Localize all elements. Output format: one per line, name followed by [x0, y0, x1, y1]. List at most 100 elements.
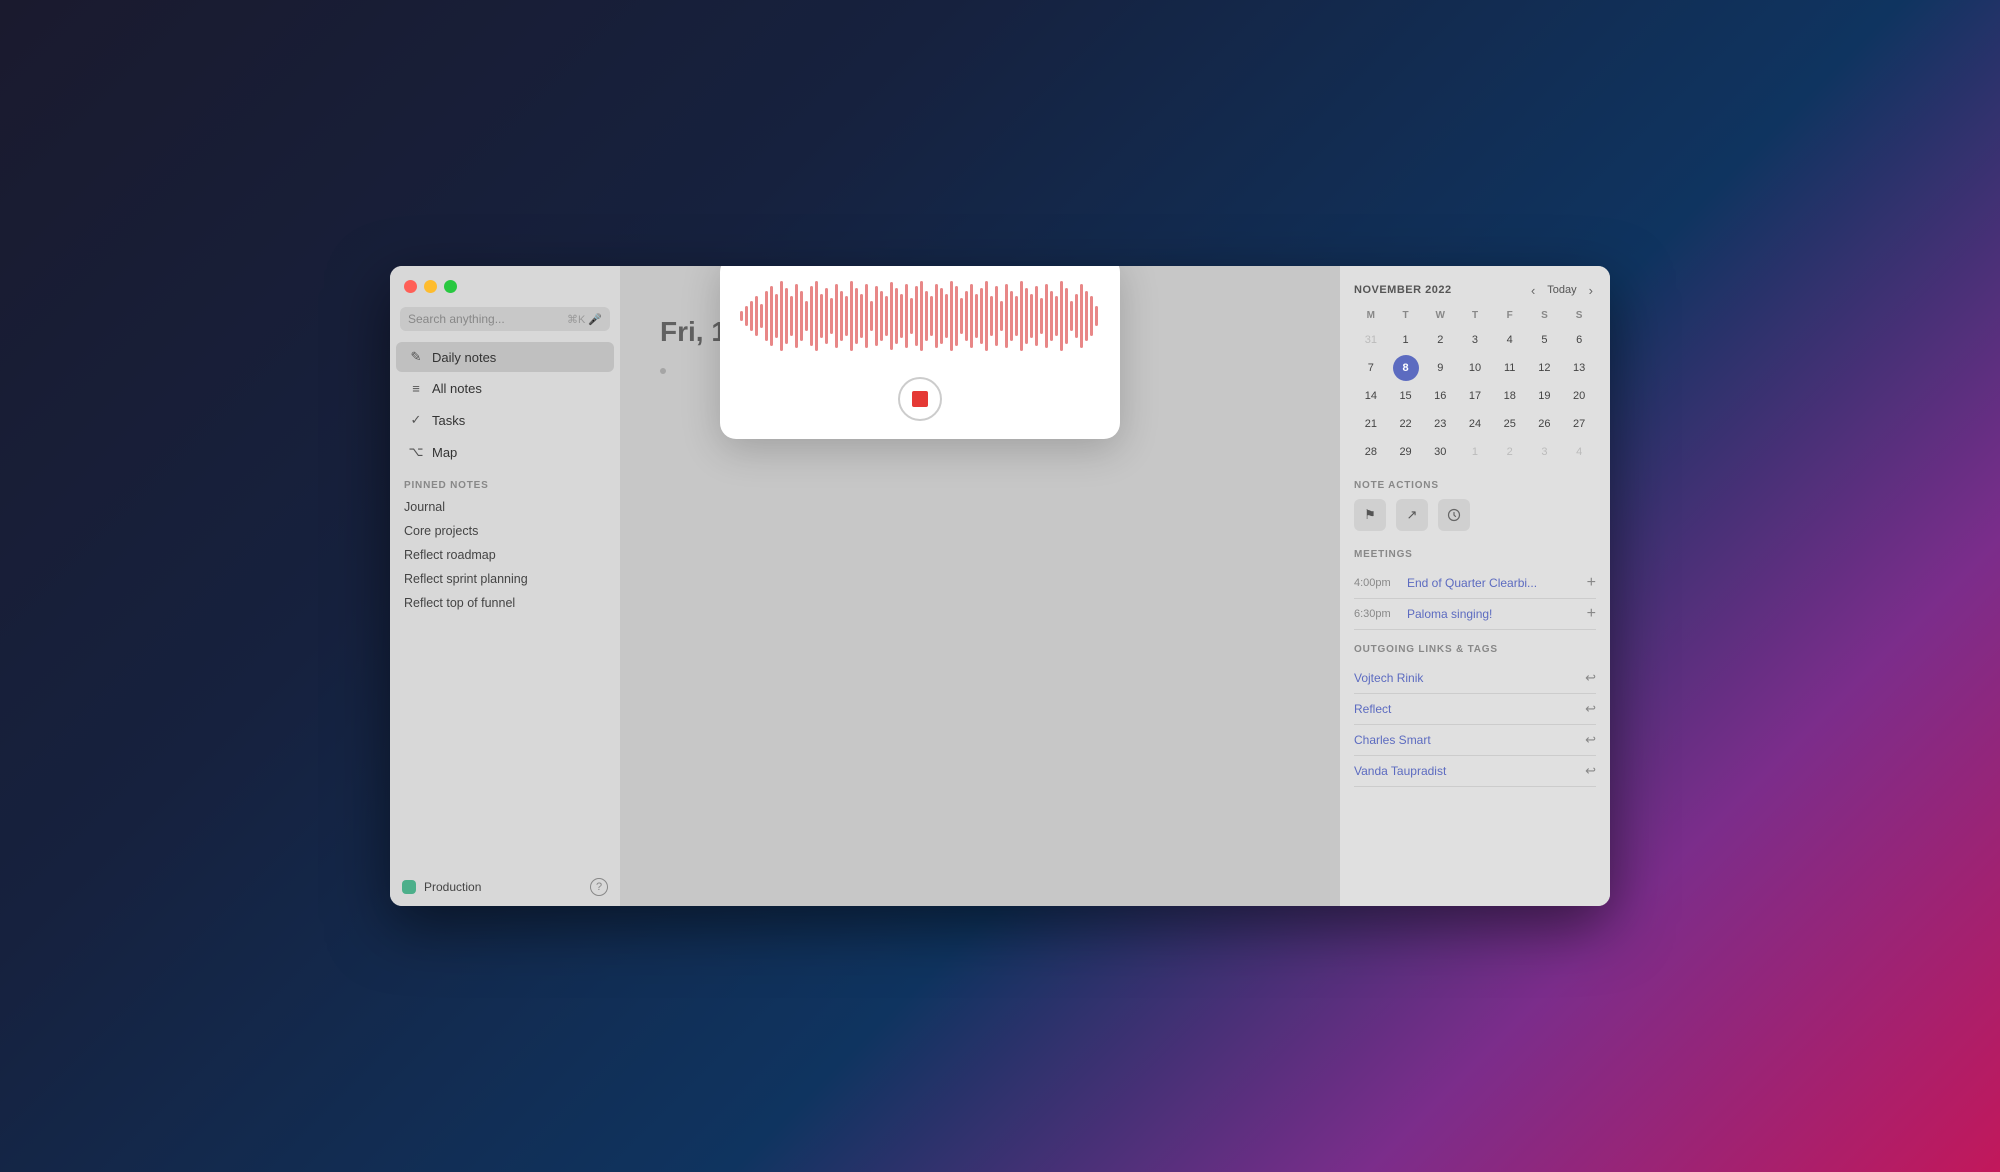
help-icon[interactable]: ? — [590, 878, 608, 896]
link-item-reflect: Reflect ↩ — [1354, 694, 1596, 725]
all-notes-icon: ≡ — [408, 381, 424, 396]
cal-day-13[interactable]: 13 — [1566, 355, 1592, 381]
map-icon: ⌥ — [408, 444, 424, 460]
cal-day-22[interactable]: 22 — [1393, 411, 1419, 437]
right-panel: NOVEMBER 2022 ‹ Today › M T W T F S S 31… — [1340, 266, 1610, 906]
stop-icon — [912, 391, 928, 407]
cal-day-15[interactable]: 15 — [1393, 383, 1419, 409]
link-item-vojtech: Vojtech Rinik ↩ — [1354, 663, 1596, 694]
link-vojtech-title[interactable]: Vojtech Rinik — [1354, 671, 1579, 685]
nav-label-tasks: Tasks — [432, 413, 465, 428]
search-shortcut: ⌘K 🎤 — [567, 313, 602, 326]
traffic-light-green[interactable] — [444, 280, 457, 293]
pin-action-button[interactable]: ⚑ — [1354, 499, 1386, 531]
recorder-controls — [740, 377, 1100, 421]
traffic-light-red[interactable] — [404, 280, 417, 293]
nav-item-daily-notes[interactable]: ✎ Daily notes — [396, 342, 614, 372]
cal-day-3[interactable]: 3 — [1462, 327, 1488, 353]
stop-recording-button[interactable] — [898, 377, 942, 421]
cal-header-mon: M — [1354, 308, 1388, 323]
pinned-reflect-roadmap[interactable]: Reflect roadmap — [390, 543, 620, 567]
pinned-reflect-sprint[interactable]: Reflect sprint planning — [390, 567, 620, 591]
link-item-charles: Charles Smart ↩ — [1354, 725, 1596, 756]
cal-day-26[interactable]: 26 — [1531, 411, 1557, 437]
pinned-reflect-funnel[interactable]: Reflect top of funnel — [390, 591, 620, 615]
cal-day-3-dec[interactable]: 3 — [1531, 439, 1557, 465]
cal-day-16[interactable]: 16 — [1427, 383, 1453, 409]
cal-day-24[interactable]: 24 — [1462, 411, 1488, 437]
nav-item-map[interactable]: ⌥ Map — [396, 437, 614, 467]
cal-day-2-dec[interactable]: 2 — [1497, 439, 1523, 465]
cal-day-18[interactable]: 18 — [1497, 383, 1523, 409]
outgoing-links-label: OUTGOING LINKS & TAGS — [1354, 644, 1596, 655]
nav-label-daily-notes: Daily notes — [432, 350, 496, 365]
pinned-core-projects[interactable]: Core projects — [390, 519, 620, 543]
calendar-today-button[interactable]: Today — [1542, 282, 1581, 298]
calendar-week-4: 21 22 23 24 25 26 27 — [1354, 410, 1596, 438]
link-charles-title[interactable]: Charles Smart — [1354, 733, 1579, 747]
cal-day-4[interactable]: 4 — [1497, 327, 1523, 353]
workspace-dot — [402, 880, 416, 894]
calendar-prev-button[interactable]: ‹ — [1528, 283, 1538, 298]
cal-day-25[interactable]: 25 — [1497, 411, 1523, 437]
meeting-time-2: 6:30pm — [1354, 608, 1399, 620]
cal-day-5[interactable]: 5 — [1531, 327, 1557, 353]
calendar-grid: M T W T F S S 31 1 2 3 4 5 6 7 8 — [1354, 308, 1596, 466]
meeting-title-2[interactable]: Paloma singing! — [1407, 607, 1579, 621]
link-external-icon-0: ↩ — [1585, 670, 1596, 686]
meeting-item-1: 4:00pm End of Quarter Clearbi... + — [1354, 568, 1596, 599]
cal-day-23[interactable]: 23 — [1427, 411, 1453, 437]
cal-day-1-dec[interactable]: 1 — [1462, 439, 1488, 465]
link-external-icon-1: ↩ — [1585, 701, 1596, 717]
link-vanda-title[interactable]: Vanda Taupradist — [1354, 764, 1579, 778]
cal-header-wed: W — [1423, 308, 1457, 323]
cal-day-2[interactable]: 2 — [1427, 327, 1453, 353]
cal-day-11[interactable]: 11 — [1497, 355, 1523, 381]
cal-day-6[interactable]: 6 — [1566, 327, 1592, 353]
workspace-name: Production — [424, 880, 481, 894]
cal-day-9[interactable]: 9 — [1427, 355, 1453, 381]
cal-day-30[interactable]: 30 — [1427, 439, 1453, 465]
cal-day-20[interactable]: 20 — [1566, 383, 1592, 409]
nav-item-tasks[interactable]: ✓ Tasks — [396, 405, 614, 435]
meeting-add-button-1[interactable]: + — [1587, 574, 1596, 592]
cal-header-thu: T — [1458, 308, 1492, 323]
cal-day-19[interactable]: 19 — [1531, 383, 1557, 409]
cal-day-4-dec[interactable]: 4 — [1566, 439, 1592, 465]
cal-day-10[interactable]: 10 — [1462, 355, 1488, 381]
microphone-icon[interactable]: 🎤 — [588, 313, 602, 326]
cal-day-21[interactable]: 21 — [1358, 411, 1384, 437]
app-window: Search anything... ⌘K 🎤 ✎ Daily notes ≡ … — [390, 266, 1610, 906]
search-placeholder: Search anything... — [408, 312, 561, 326]
cal-day-14[interactable]: 14 — [1358, 383, 1384, 409]
calendar-next-button[interactable]: › — [1586, 283, 1596, 298]
cal-day-8-today[interactable]: 8 — [1393, 355, 1419, 381]
calendar-week-5: 28 29 30 1 2 3 4 — [1354, 438, 1596, 466]
calendar-week-1: 31 1 2 3 4 5 6 — [1354, 326, 1596, 354]
cal-day-27[interactable]: 27 — [1566, 411, 1592, 437]
history-action-button[interactable] — [1438, 499, 1470, 531]
cal-day-12[interactable]: 12 — [1531, 355, 1557, 381]
link-reflect-title[interactable]: Reflect — [1354, 702, 1579, 716]
export-action-button[interactable]: ↗ — [1396, 499, 1428, 531]
pinned-journal[interactable]: Journal — [390, 495, 620, 519]
calendar-month-year: NOVEMBER 2022 — [1354, 284, 1452, 296]
cal-day-29[interactable]: 29 — [1393, 439, 1419, 465]
nav-label-map: Map — [432, 445, 457, 460]
meeting-add-button-2[interactable]: + — [1587, 605, 1596, 623]
cal-day-31-oct[interactable]: 31 — [1358, 327, 1384, 353]
search-bar[interactable]: Search anything... ⌘K 🎤 — [400, 307, 610, 331]
traffic-light-yellow[interactable] — [424, 280, 437, 293]
cal-day-1[interactable]: 1 — [1393, 327, 1419, 353]
tasks-icon: ✓ — [408, 412, 424, 428]
nav-item-all-notes[interactable]: ≡ All notes — [396, 374, 614, 403]
workspace-indicator[interactable]: Production — [402, 880, 481, 894]
meeting-title-1[interactable]: End of Quarter Clearbi... — [1407, 576, 1579, 590]
cal-header-sat: S — [1528, 308, 1562, 323]
cal-day-28[interactable]: 28 — [1358, 439, 1384, 465]
meeting-time-1: 4:00pm — [1354, 577, 1399, 589]
calendar-week-2: 7 8 9 10 11 12 13 — [1354, 354, 1596, 382]
cal-day-17[interactable]: 17 — [1462, 383, 1488, 409]
cal-day-7[interactable]: 7 — [1358, 355, 1384, 381]
calendar-header: NOVEMBER 2022 ‹ Today › — [1354, 282, 1596, 298]
